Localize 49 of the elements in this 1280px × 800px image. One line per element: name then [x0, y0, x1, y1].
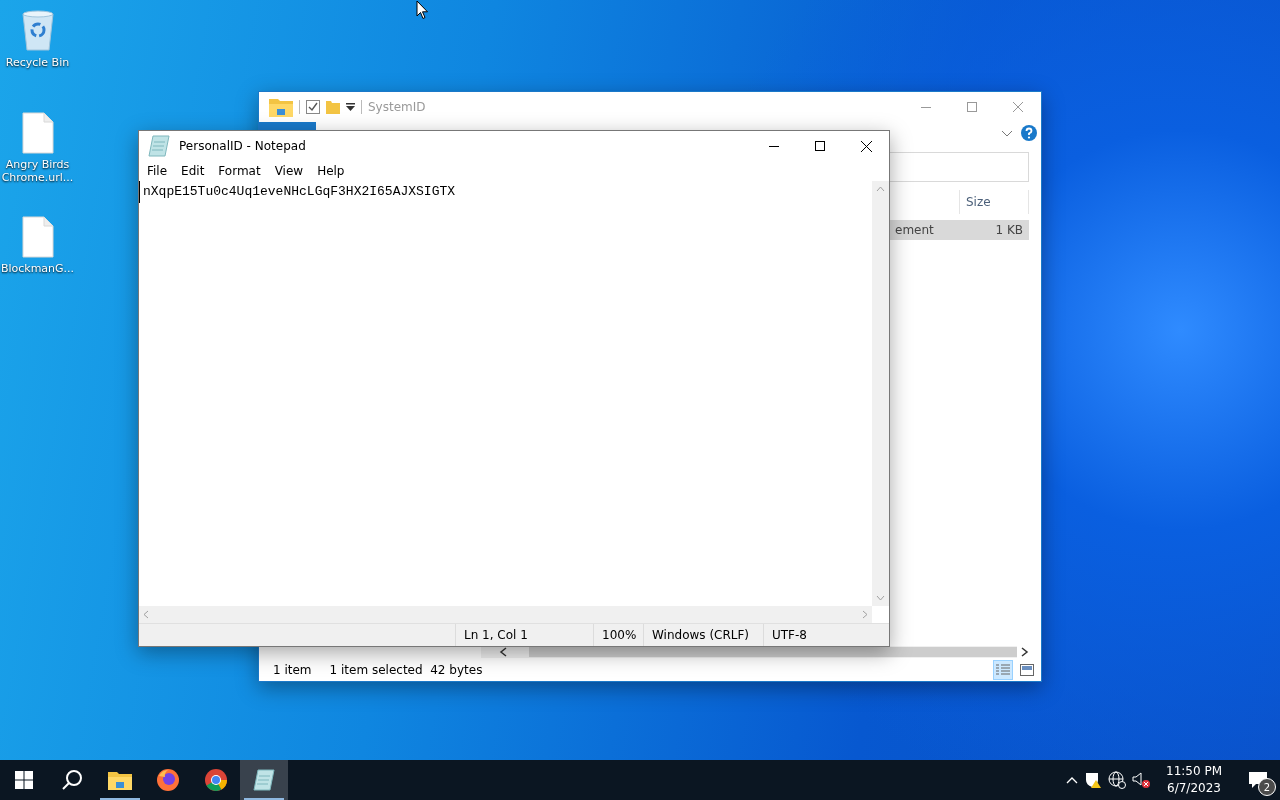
taskbar-app-button[interactable] — [240, 760, 288, 800]
folder-icon — [108, 770, 132, 790]
file-icon — [21, 112, 54, 154]
mouse-pointer-icon — [416, 0, 429, 20]
volume-muted-icon[interactable] — [1132, 771, 1152, 789]
close-icon — [1013, 102, 1023, 112]
chevron-up-icon[interactable] — [1066, 776, 1078, 784]
chrome-icon — [204, 768, 228, 792]
clock-time[interactable]: 11:50 PM — [1166, 763, 1222, 780]
scroll-left-icon[interactable] — [499, 647, 507, 657]
menu-item[interactable]: Help — [311, 164, 351, 178]
status-field: Windows (CRLF) — [643, 624, 763, 646]
notepad-icon — [252, 768, 276, 792]
file-row[interactable]: ement 1 KB — [889, 220, 1029, 240]
window-title: PersonalID - Notepad — [179, 139, 306, 153]
selection-info: 1 item selected 42 bytes — [329, 663, 483, 677]
windows-logo-icon — [15, 771, 33, 789]
search-icon — [61, 769, 83, 791]
checkbox-icon[interactable] — [306, 100, 320, 114]
search-field[interactable] — [889, 152, 1029, 182]
notepad-icon — [147, 134, 171, 158]
menu-item[interactable]: File — [141, 164, 174, 178]
menu-item[interactable]: Format — [212, 164, 267, 178]
shield-warning-icon[interactable] — [1084, 771, 1102, 789]
status-field: UTF-8 — [763, 624, 873, 646]
clock-date[interactable]: 6/7/2023 — [1167, 780, 1221, 797]
notification-button[interactable]: 2 — [1236, 760, 1280, 800]
status-field: 100% — [593, 624, 643, 646]
close-icon — [860, 140, 872, 152]
scroll-right-icon[interactable] — [1021, 647, 1029, 657]
dropdown-icon[interactable] — [346, 103, 355, 111]
window-title: SystemID — [368, 100, 426, 114]
firefox-icon — [156, 768, 180, 792]
column-header[interactable]: Size — [959, 190, 1029, 214]
maximize-icon — [815, 141, 825, 151]
file-size: 1 KB — [995, 223, 1023, 237]
folder-icon — [269, 97, 293, 117]
menu-item[interactable]: View — [268, 164, 310, 178]
status-field: Ln 1, Col 1 — [455, 624, 593, 646]
minimize-icon — [921, 106, 931, 108]
file-type: ement — [895, 223, 935, 237]
maximize-icon — [967, 102, 977, 112]
minimize-icon — [769, 145, 779, 147]
file-icon — [21, 216, 54, 258]
item-count: 1 item — [273, 663, 312, 677]
menu-item[interactable]: Edit — [175, 164, 211, 178]
chevron-down-icon[interactable] — [1001, 129, 1013, 137]
help-icon[interactable] — [1021, 125, 1037, 141]
globe-icon[interactable] — [1108, 771, 1126, 789]
